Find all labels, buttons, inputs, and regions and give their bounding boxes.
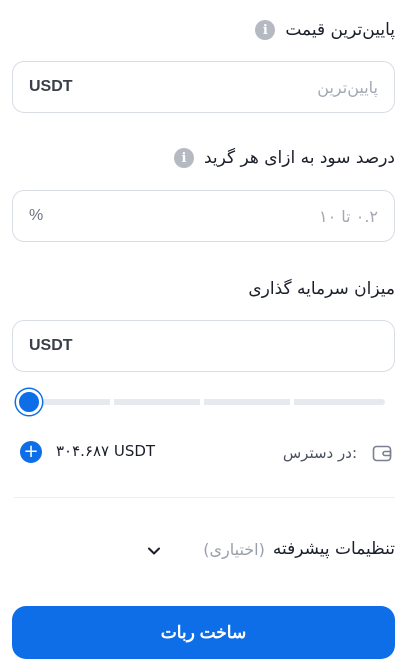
investment-slider-thumb[interactable] (16, 389, 42, 415)
chevron-down-icon[interactable] (146, 543, 162, 559)
info-icon[interactable]: i (173, 148, 194, 168)
investment-label: میزان سرمایه گذاری (248, 279, 395, 299)
advanced-settings-toggle[interactable]: تنظیمات پیشرفته (اختیاری) (203, 539, 395, 559)
slider-step-marker (200, 397, 204, 407)
grid-profit-unit: % (29, 207, 44, 224)
min-price-label: پایین‌ترین قیمت (285, 20, 395, 40)
min-price-unit: USDT (29, 78, 73, 95)
available-amount: ۳۰۴.۶۸۷ USDT (56, 442, 156, 460)
min-price-input[interactable]: پایین‌ترین (317, 78, 378, 97)
create-bot-button[interactable]: ساخت ربات (12, 606, 395, 659)
min-price-label-row: پایین‌ترین قیمت i (255, 20, 395, 40)
grid-profit-label-row: درصد سود به ازای هر گرید i (173, 148, 395, 168)
advanced-optional-label: (اختیاری) (203, 539, 265, 559)
investment-unit: USDT (29, 337, 73, 354)
available-label: در دسترس: (282, 444, 357, 462)
wallet-icon (371, 442, 393, 464)
investment-slider-track[interactable] (28, 399, 385, 405)
advanced-settings-label: تنظیمات پیشرفته (272, 539, 395, 559)
investment-label-row: میزان سرمایه گذاری (248, 279, 395, 299)
info-icon[interactable]: i (255, 20, 276, 40)
grid-profit-input[interactable]: ۰.۲ تا ۱۰ (319, 207, 378, 226)
grid-profit-field[interactable]: % ۰.۲ تا ۱۰ (12, 190, 395, 242)
add-funds-button[interactable]: + (20, 441, 42, 463)
min-price-field[interactable]: USDT پایین‌ترین (12, 61, 395, 113)
investment-field[interactable]: USDT (12, 320, 395, 372)
divider (14, 497, 395, 498)
grid-profit-label: درصد سود به ازای هر گرید (203, 148, 395, 168)
slider-step-marker (110, 397, 114, 407)
slider-step-marker (290, 397, 294, 407)
